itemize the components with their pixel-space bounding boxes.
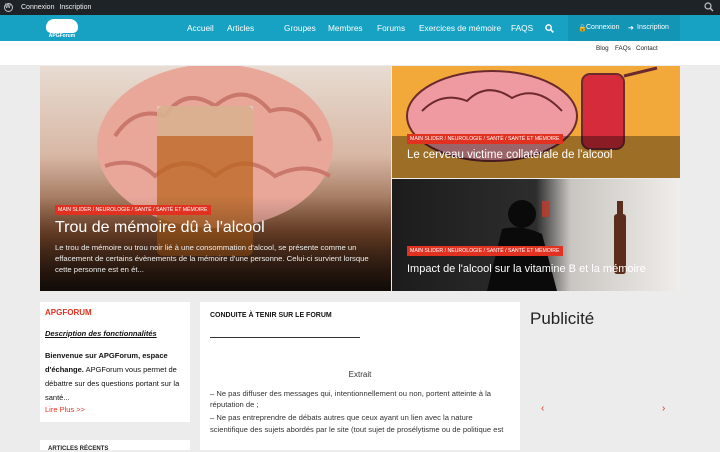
subnav-contact[interactable]: Contact — [636, 45, 658, 52]
nav-connexion-button[interactable]: Connexion — [586, 24, 619, 31]
forum-rules-card: CONDUITE À TENIR SUR LE FORUM Extrait – … — [200, 302, 520, 450]
featured-slide-2[interactable]: Main Slider / Neurologie / Santé / Santé… — [392, 66, 680, 178]
subnav-faqs[interactable]: FAQs — [615, 45, 631, 52]
apgforum-widget: APGFORUM Description des fonctionnalités… — [40, 302, 190, 422]
rules-text-1: – Ne pas diffuser des messages qui, inte… — [210, 389, 492, 409]
brain-bottle-illustration — [392, 66, 680, 178]
admin-connexion-link[interactable]: Connexion — [21, 4, 54, 11]
slide-category-tag[interactable]: Main Slider / Neurologie / Santé / Santé… — [55, 205, 211, 215]
featured-slide-3[interactable]: Main Slider / Neurologie / Santé / Santé… — [392, 179, 680, 291]
main-navigation: APGForum Accueil Articles Groupes Membre… — [0, 15, 720, 41]
nav-inscription-button[interactable]: Inscription — [637, 24, 669, 31]
extrait-label: Extrait — [348, 370, 372, 379]
ad-heading: Publicité — [530, 309, 595, 328]
recent-articles-widget: ARTICLES RÉCENTS — [40, 440, 190, 452]
slide-title[interactable]: Trou de mémoire dû à l'alcool — [55, 219, 265, 237]
secondary-navigation: Blog FAQs Contact — [0, 41, 720, 65]
wordpress-logo-icon[interactable]: W — [0, 0, 16, 15]
description-link[interactable]: Description des fonctionnalités — [45, 329, 157, 338]
signin-icon: ➜ — [628, 25, 634, 32]
nav-item-accueil[interactable]: Accueil — [187, 23, 214, 33]
nav-item-groupes[interactable]: Groupes — [284, 23, 316, 33]
subnav-blog[interactable]: Blog — [596, 45, 609, 52]
nav-item-articles[interactable]: Articles — [227, 23, 254, 33]
slide2-title[interactable]: Le cerveau victime collatérale de l'alco… — [407, 149, 612, 161]
nav-item-membres[interactable]: Membres — [328, 23, 363, 33]
nav-search-icon[interactable] — [545, 24, 554, 33]
rules-heading: CONDUITE À TENIR SUR LE FORUM — [210, 312, 332, 319]
slide2-category-tag[interactable]: Main Slider / Neurologie / Santé / Santé… — [407, 134, 563, 144]
search-icon[interactable] — [704, 2, 714, 12]
slide3-category-tag[interactable]: Main Slider / Neurologie / Santé / Santé… — [407, 246, 563, 256]
rules-divider — [210, 337, 360, 338]
nav-item-exercices[interactable]: Exercices de mémoire — [419, 23, 501, 33]
nav-item-faqs[interactable]: FAQS — [511, 23, 533, 33]
admin-inscription-link[interactable]: Inscription — [59, 4, 91, 11]
recent-articles-heading: ARTICLES RÉCENTS — [48, 446, 109, 452]
ad-prev-arrow[interactable]: ‹ — [541, 403, 544, 414]
auth-box: 🔒 Connexion ➜ Inscription — [568, 15, 680, 41]
featured-slide-main[interactable]: Main Slider / Neurologie / Santé / Santé… — [40, 66, 391, 291]
rules-text-2: – Ne pas entreprendre de débats autres q… — [210, 413, 504, 434]
widget-heading: APGFORUM — [45, 308, 92, 317]
nav-item-forums[interactable]: Forums — [377, 23, 405, 33]
read-more-link[interactable]: Lire Plus >> — [45, 405, 85, 414]
ad-next-arrow[interactable]: › — [662, 403, 665, 414]
slide-excerpt: Le trou de mémoire ou trou noir lié à un… — [55, 243, 369, 274]
slide3-title[interactable]: Impact de l'alcool sur la vitamine B et … — [407, 263, 646, 275]
admin-bar: W Connexion Inscription — [0, 0, 720, 15]
